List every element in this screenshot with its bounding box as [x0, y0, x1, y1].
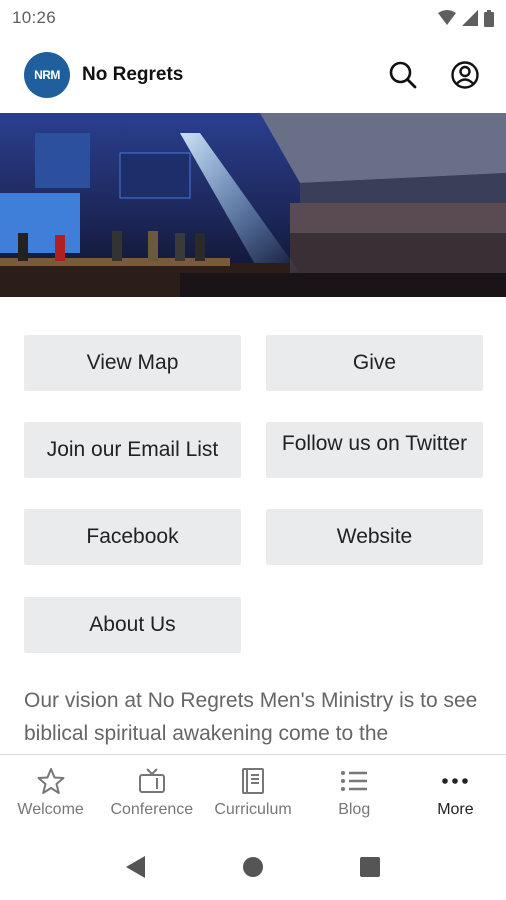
logo-text: NRM: [34, 67, 60, 82]
signal-icon: [462, 10, 478, 26]
nav-label: More: [437, 801, 474, 818]
app-logo: NRM: [24, 51, 70, 98]
book-icon: [242, 768, 264, 794]
list-icon: [341, 771, 368, 791]
account-icon: [451, 60, 479, 89]
search-button[interactable]: [386, 58, 420, 92]
system-navigation: [0, 834, 506, 900]
nav-label: Conference: [110, 801, 194, 818]
nav-item-conference[interactable]: Conference: [101, 755, 202, 834]
view-map-button[interactable]: View Map: [24, 335, 241, 391]
back-icon[interactable]: [125, 855, 147, 879]
website-button[interactable]: Website: [266, 509, 483, 565]
battery-icon: [484, 9, 494, 27]
recents-icon[interactable]: [359, 856, 381, 878]
home-icon[interactable]: [242, 856, 264, 878]
tv-icon: [138, 768, 165, 793]
bottom-navigation: Welcome Conference Curriculum Blog More: [0, 754, 506, 834]
nav-item-welcome[interactable]: Welcome: [0, 755, 101, 834]
nav-label: Welcome: [17, 801, 84, 818]
more-dots-icon: [442, 778, 469, 784]
app-bar: NRM No Regrets: [0, 36, 506, 113]
vision-text: Our vision at No Regrets Men's Ministry …: [24, 689, 478, 745]
hero-image: [0, 113, 506, 297]
star-icon: [37, 768, 65, 794]
give-button[interactable]: Give: [266, 335, 483, 391]
app-title: No Regrets: [82, 63, 184, 85]
twitter-button[interactable]: Follow us on Twitter: [266, 422, 483, 478]
search-icon: [389, 61, 417, 88]
nav-label: Curriculum: [214, 801, 292, 818]
facebook-button[interactable]: Facebook: [24, 509, 241, 565]
account-button[interactable]: [448, 58, 482, 92]
status-bar: 10:26: [0, 0, 506, 36]
nav-label: Blog: [338, 801, 371, 818]
wifi-icon: [438, 10, 456, 25]
nav-item-curriculum[interactable]: Curriculum: [202, 755, 303, 834]
email-list-button[interactable]: Join our Email List: [24, 422, 241, 478]
nav-item-more[interactable]: More: [405, 755, 506, 834]
status-time: 10:26: [12, 8, 57, 27]
nav-item-blog[interactable]: Blog: [304, 755, 405, 834]
about-us-button[interactable]: About Us: [24, 597, 241, 653]
status-icons: [438, 9, 494, 27]
